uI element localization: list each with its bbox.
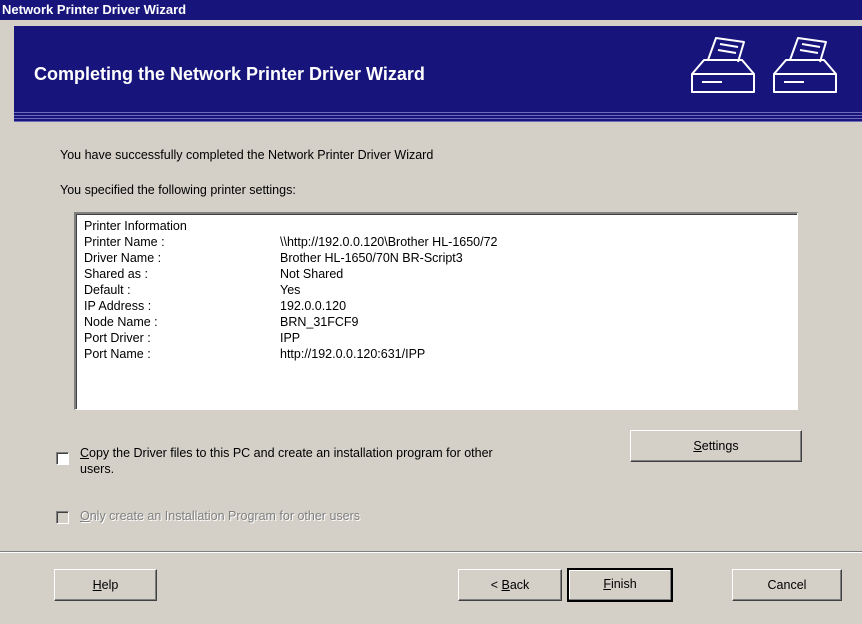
only-create-installation-checkbox[interactable]	[56, 511, 69, 524]
specified-settings-label: You specified the following printer sett…	[60, 183, 296, 197]
printer-settings-box[interactable]: Printer Information Printer Name : \\http…	[74, 212, 798, 410]
info-row-shared-as: Shared as : Not Shared	[84, 267, 344, 281]
wizard-banner: Completing the Network Printer Driver Wi…	[14, 26, 862, 122]
settings-button[interactable]: Settings	[630, 430, 802, 462]
info-row-printer-name: Printer Name : \\http://192.0.0.120\Broth…	[84, 235, 498, 249]
info-row-default: Default : Yes	[84, 283, 301, 297]
banner-stripes	[14, 110, 862, 122]
completed-message: You have successfully completed the Netw…	[60, 148, 434, 162]
help-button[interactable]: Help	[54, 569, 157, 601]
printers-graphic	[691, 37, 837, 93]
info-row-driver-name: Driver Name : Brother HL-1650/70N BR-Scri…	[84, 251, 463, 265]
copy-driver-files-label-line2[interactable]: users.	[80, 462, 114, 476]
info-row-port-name: Port Name : http://192.0.0.120:631/IPP	[84, 347, 426, 361]
info-row-node-name: Node Name : BRN_31FCF9	[84, 315, 359, 329]
info-row-ip-address: IP Address :192.0.0.120	[84, 299, 347, 313]
only-create-installation-label[interactable]: Only create an Installation Program for …	[80, 509, 360, 523]
cancel-button[interactable]: Cancel	[732, 569, 842, 601]
printer-icon	[691, 37, 755, 93]
copy-driver-files-checkbox[interactable]	[56, 452, 69, 465]
window-title: Network Printer Driver Wizard	[0, 0, 862, 20]
printer-icon	[773, 37, 837, 93]
info-row-port-driver: Port Driver : IPP	[84, 331, 301, 345]
printer-info-header: Printer Information	[84, 219, 187, 233]
footer-separator-highlight	[0, 552, 862, 553]
finish-button[interactable]: Finish	[567, 568, 673, 602]
banner-title: Completing the Network Printer Driver Wi…	[34, 64, 425, 84]
back-button[interactable]: < Back	[458, 569, 562, 601]
copy-driver-files-label[interactable]: Copy the Driver files to this PC and cre…	[80, 446, 493, 460]
